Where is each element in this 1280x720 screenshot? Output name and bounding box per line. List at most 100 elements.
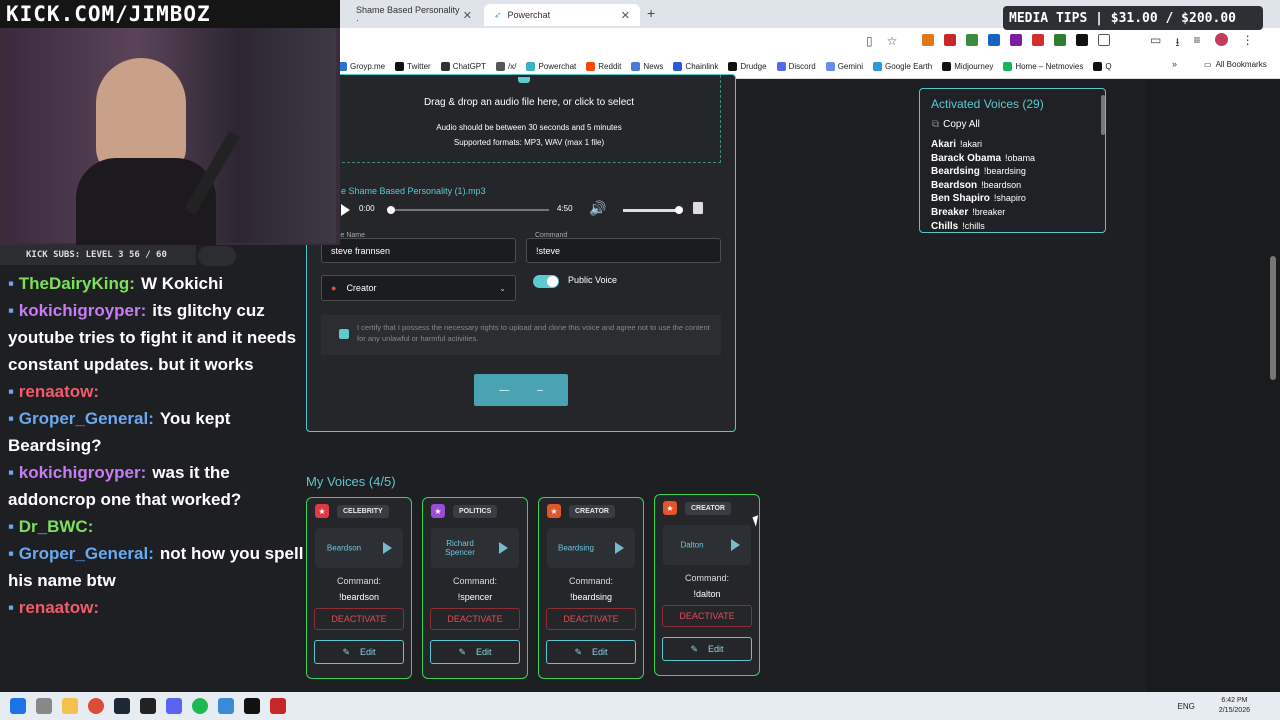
chat-text: You kept: [159, 409, 231, 428]
public-voice-toggle[interactable]: [533, 275, 559, 288]
command-label: Command:: [568, 576, 613, 586]
copy-all-button[interactable]: ⧉ Copy All: [932, 119, 980, 130]
extension-icon[interactable]: [944, 34, 956, 46]
close-tab-icon[interactable]: ✕: [463, 9, 472, 22]
menu-icon[interactable]: ≡: [1194, 33, 1201, 54]
category-value: Creator: [346, 283, 377, 293]
app-icon[interactable]: [270, 698, 286, 714]
steam-icon[interactable]: [114, 698, 130, 714]
bookmark-item[interactable]: Chainlink: [673, 62, 718, 71]
voice-preview[interactable]: Dalton: [663, 525, 751, 565]
trash-icon[interactable]: [693, 202, 703, 214]
voice-preview[interactable]: Richard Spencer: [431, 528, 519, 568]
close-tab-icon[interactable]: ✕: [621, 9, 630, 22]
bookmark-item[interactable]: News: [631, 62, 663, 71]
extension-icon[interactable]: [966, 34, 978, 46]
spotify-icon[interactable]: [192, 698, 208, 714]
bookmark-item[interactable]: /x/: [496, 62, 516, 71]
bookmark-item[interactable]: Gemini: [825, 62, 863, 71]
bookmark-label: Twitter: [407, 62, 431, 71]
x-icon[interactable]: [1076, 34, 1088, 46]
app-icon[interactable]: [218, 698, 234, 714]
chrome-icon[interactable]: [88, 698, 104, 714]
task-view-icon[interactable]: [36, 698, 52, 714]
seek-handle[interactable]: [387, 206, 395, 214]
bookmark-label: Home – Netmovies: [1015, 62, 1084, 71]
extension-icon[interactable]: [1032, 34, 1044, 46]
puzzle-icon[interactable]: [1098, 34, 1110, 46]
all-bookmarks[interactable]: ▭ All Bookmarks: [1204, 60, 1267, 69]
play-icon[interactable]: [615, 542, 624, 554]
x-app-icon[interactable]: [244, 698, 260, 714]
bookmark-icon: [776, 62, 786, 71]
language-indicator[interactable]: ENG: [1178, 702, 1195, 711]
deactivate-button[interactable]: DEACTIVATE: [546, 608, 636, 630]
bookmarks-chevron-icon[interactable]: »: [1172, 59, 1177, 69]
tab-shame-based-personality[interactable]: Shame Based Personality · ✕: [346, 4, 482, 26]
edit-button[interactable]: ✎ Edit: [662, 637, 752, 661]
volume-icon[interactable]: 🔊: [589, 200, 606, 217]
activated-voice-item: Chills !chills: [931, 220, 1101, 232]
scrollbar-thumb[interactable]: [1270, 256, 1276, 380]
clock-date: 2/15/2026: [1218, 707, 1250, 714]
voice-preview[interactable]: Beardsing: [547, 528, 635, 568]
download-icon[interactable]: ⭳: [1175, 33, 1179, 54]
obs-icon[interactable]: [140, 698, 156, 714]
submit-button[interactable]: — –: [474, 374, 568, 406]
deactivate-button[interactable]: DEACTIVATE: [430, 608, 520, 630]
card-header: ★ CREATOR: [547, 504, 615, 518]
bookmark-item[interactable]: Groyp.me: [338, 62, 385, 71]
extension-icon[interactable]: [988, 34, 1000, 46]
bookmark-item[interactable]: Q: [1093, 62, 1112, 71]
volume-slider[interactable]: [623, 209, 679, 212]
bookmark-label: Q: [1105, 62, 1112, 71]
bookmark-item[interactable]: Twitter: [395, 62, 431, 71]
discord-icon[interactable]: [166, 698, 182, 714]
play-icon[interactable]: [731, 539, 740, 551]
bookmark-item[interactable]: Google Earth: [873, 62, 932, 71]
copy-icon: ⧉: [932, 119, 940, 130]
bookmark-item[interactable]: Reddit: [586, 62, 621, 71]
time-current: 0:00: [359, 204, 375, 213]
command-value[interactable]: !dalton: [655, 589, 759, 599]
extension-icon[interactable]: [1010, 34, 1022, 46]
command-value[interactable]: !spencer: [423, 592, 527, 602]
play-icon[interactable]: [341, 204, 350, 216]
badge-icon: ▪: [8, 382, 19, 401]
volume-handle[interactable]: [675, 206, 683, 214]
more-icon[interactable]: ⋮: [1242, 33, 1254, 54]
category-icon: ★: [431, 504, 445, 518]
bookmark-item[interactable]: Discord: [776, 62, 816, 71]
bookmark-label: News: [643, 62, 664, 71]
play-icon[interactable]: [383, 542, 392, 554]
command-input[interactable]: !steve: [526, 238, 721, 263]
new-tab-button[interactable]: +: [647, 5, 655, 21]
page-icon[interactable]: ▯: [866, 34, 873, 48]
file-explorer-icon[interactable]: [62, 698, 78, 714]
extension-icon[interactable]: [922, 34, 934, 46]
windows-start-icon[interactable]: [10, 698, 26, 714]
bookmark-item[interactable]: Midjourney: [942, 62, 993, 71]
command-value[interactable]: !beardsing: [539, 592, 643, 602]
bookmark-item[interactable]: Home – Netmovies: [1003, 62, 1083, 71]
bookmark-item[interactable]: Drudge: [728, 62, 767, 71]
avatar[interactable]: [1214, 33, 1228, 46]
clock[interactable]: 6:42 PM 2/15/2026: [1219, 696, 1250, 716]
edit-button[interactable]: ✎ Edit: [546, 640, 636, 664]
list-scrollbar[interactable]: [1101, 95, 1105, 135]
tab-powerchat[interactable]: ➶ Powerchat ✕: [484, 4, 640, 26]
edit-button[interactable]: ✎ Edit: [430, 640, 520, 664]
play-icon[interactable]: [499, 542, 508, 554]
certify-checkbox[interactable]: [339, 329, 349, 339]
bookmark-icon: [440, 62, 450, 71]
category-select[interactable]: ● Creator ⌄: [321, 275, 516, 301]
bookmark-item[interactable]: Powerchat: [526, 62, 576, 71]
seek-bar[interactable]: [389, 209, 549, 211]
bookmark-item[interactable]: ChatGPT: [440, 62, 486, 71]
audio-dropzone[interactable]: Drag & drop an audio file here, or click…: [337, 75, 721, 163]
deactivate-button[interactable]: DEACTIVATE: [662, 605, 752, 627]
sidebar-icon[interactable]: ▭: [1150, 33, 1161, 54]
star-icon[interactable]: ☆: [887, 34, 898, 48]
extension-icon[interactable]: [1054, 34, 1066, 46]
voice-name-input[interactable]: steve frannsen: [321, 238, 516, 263]
